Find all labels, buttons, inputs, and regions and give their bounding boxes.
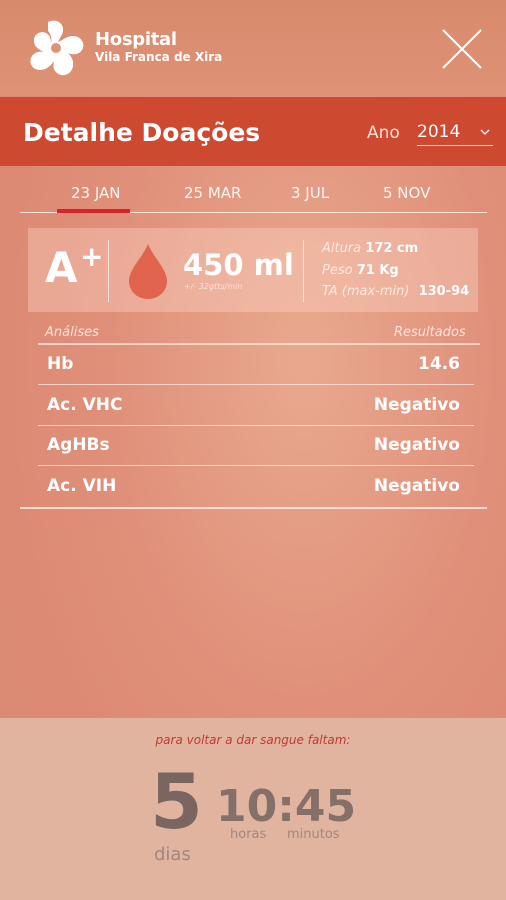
analysis-name: Ac. VHC [47,395,123,415]
blood-pressure-stat: TA (max-min) 130-94 [322,284,469,299]
minutes-label: minutos [287,827,340,842]
tab-5-nov[interactable]: 5 NOV [383,184,430,202]
page-title: Detalhe Doações [23,118,261,147]
chevron-down-icon [480,129,490,135]
drip-rate: +/- 32gtts/min [184,282,243,291]
tab-3-jul[interactable]: 3 JUL [291,184,329,202]
table-header-divider [38,343,480,345]
analysis-name: Hb [47,354,74,374]
selected-tab-indicator [57,209,130,213]
table-row: Ac. VIH Negativo [38,468,474,506]
blood-type: A [45,243,78,292]
brand-name: Hospital [95,29,177,50]
year-label: Ano [367,123,400,143]
countdown-caption: para voltar a dar sangue faltam: [155,733,351,747]
brand-subtitle: Vila Franca de Xira [95,50,223,64]
analysis-name: Ac. VIH [47,476,117,496]
height-value: 172 cm [365,241,419,256]
hospital-cross-logo [30,20,84,76]
weight-value: 71 Kg [356,263,399,278]
year-value: 2014 [417,122,461,142]
analysis-result: Negativo [373,476,460,496]
table-row: Ac. VHC Negativo [38,387,474,426]
blood-rh-sign: + [80,240,104,273]
weight-stat: Peso 71 Kg [322,263,399,278]
height-stat: Altura 172 cm [322,241,418,256]
days-label: dias [154,844,191,865]
close-icon[interactable] [441,28,483,70]
hospital-brand: Hospital Vila Franca de Xira [95,29,223,65]
summary-divider [303,240,304,302]
tab-23-jan[interactable]: 23 JAN [71,184,121,202]
analysis-result: Negativo [373,435,460,455]
table-row: AgHBs Negativo [38,427,474,466]
analysis-result: Negativo [373,395,460,415]
donation-volume: 450 ml [183,248,294,282]
weight-label: Peso [322,263,353,278]
analysis-result: 14.6 [418,354,460,374]
year-select[interactable]: 2014 [417,122,493,146]
height-label: Altura [322,241,362,256]
table-bottom-divider [20,507,487,509]
analyses-header: Análises [45,325,99,340]
summary-divider [108,240,109,302]
blood-drop-icon [129,244,167,299]
countdown-days: 5 [150,757,203,846]
analysis-name: AgHBs [47,435,110,455]
results-header: Resultados [394,325,466,340]
hours-label: horas [230,827,267,842]
bp-value: 130-94 [418,284,470,299]
countdown-time: 10:45 [216,781,357,832]
table-row: Hb 14.6 [38,346,474,385]
bp-label: TA (max-min) [322,284,410,299]
tab-25-mar[interactable]: 25 MAR [184,184,241,202]
